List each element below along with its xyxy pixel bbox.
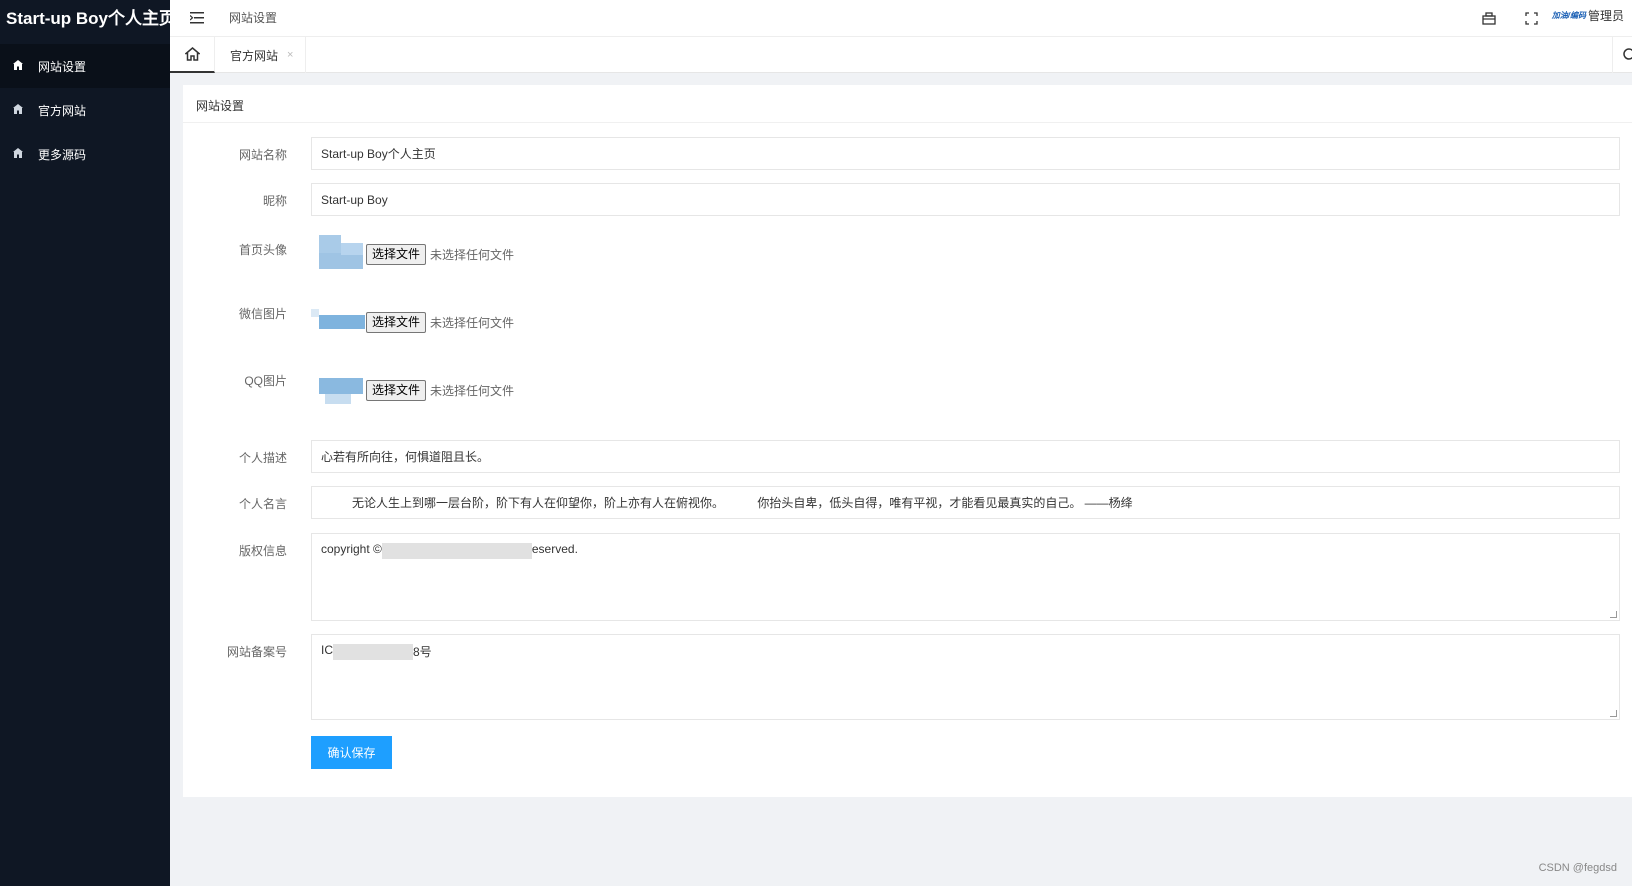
theme-icon[interactable]	[1478, 7, 1500, 29]
qq-label: QQ图片	[244, 374, 287, 388]
admin-menu[interactable]: 加油/编码 管理员	[1552, 7, 1624, 24]
site-name-input[interactable]: Start-up Boy个人主页	[311, 137, 1620, 170]
sidebar-item-official-site[interactable]: 官方网站	[0, 88, 170, 132]
app-logo: Start-up Boy个人主页	[6, 9, 176, 28]
card-title: 网站设置	[183, 85, 1632, 123]
icp-label: 网站备案号	[226, 645, 287, 659]
close-icon[interactable]: ×	[287, 49, 293, 61]
resize-handle[interactable]	[1610, 710, 1617, 717]
motto-input[interactable]: 无论人生上到哪一层台阶，阶下有人在仰望你，阶上亦有人在俯视你。 你抬头自卑，低头…	[311, 486, 1620, 519]
sidebar-item-label: 网站设置	[38, 59, 87, 74]
home-tab[interactable]	[170, 37, 215, 73]
sidebar-item-site-settings[interactable]: 网站设置	[0, 44, 170, 88]
sidebar-item-more-source[interactable]: 更多源码	[0, 132, 170, 176]
admin-avatar: 加油/编码	[1551, 11, 1586, 20]
resize-handle[interactable]	[1610, 611, 1617, 618]
copyright-textarea[interactable]: copyright © eserved.	[311, 533, 1620, 621]
icp-textarea[interactable]: IC 8号	[311, 634, 1620, 720]
tabs-bar: 官方网站 ×	[170, 37, 1632, 73]
qq-preview	[311, 372, 363, 408]
site-name-label: 网站名称	[238, 148, 287, 162]
save-button[interactable]: 确认保存	[311, 736, 392, 769]
nickname-input[interactable]: Start-up Boy	[311, 183, 1620, 216]
admin-label: 管理员	[1587, 9, 1624, 23]
sidebar: Start-up Boy个人主页 网站设置 官方网站 更多源码	[0, 0, 176, 886]
tab-official-site[interactable]: 官方网站 ×	[215, 37, 307, 73]
description-label: 个人描述	[238, 451, 287, 465]
icp-suffix: 8号	[413, 645, 432, 659]
motto-label: 个人名言	[238, 497, 287, 511]
copyright-suffix: eserved.	[531, 542, 578, 556]
qq-file-button[interactable]: 选择文件	[366, 379, 427, 401]
icp-prefix: IC	[321, 643, 333, 657]
sidebar-item-label: 官方网站	[38, 103, 87, 118]
sidebar-item-label: 更多源码	[38, 147, 87, 162]
fullscreen-icon[interactable]	[1520, 7, 1542, 29]
avatar-preview	[311, 235, 363, 273]
avatar-file-button[interactable]: 选择文件	[366, 243, 427, 265]
home-icon	[12, 147, 26, 161]
avatar-label: 首页头像	[238, 243, 287, 257]
top-header: 网站设置 加油/编码 管理员	[170, 0, 1632, 37]
nickname-label: 昵称	[262, 194, 287, 208]
wechat-file-button[interactable]: 选择文件	[366, 311, 427, 333]
home-icon	[12, 103, 26, 117]
copyright-prefix: copyright ©	[321, 542, 382, 556]
wechat-file-status: 未选择任何文件	[430, 315, 515, 330]
wechat-label: 微信图片	[238, 307, 287, 321]
home-icon	[12, 59, 26, 73]
redacted-text	[333, 644, 413, 660]
wechat-preview	[311, 305, 365, 339]
menu-toggle-icon[interactable]	[188, 8, 208, 28]
watermark: CSDN @fegdsd	[1538, 862, 1617, 874]
search-icon	[1623, 48, 1632, 60]
tab-label: 官方网站	[230, 48, 279, 63]
settings-card: 网站设置 网站名称 Start-up Boy个人主页 昵称 Start-up B…	[183, 85, 1632, 797]
breadcrumb: 网站设置	[229, 11, 278, 25]
avatar-file-status: 未选择任何文件	[430, 247, 515, 262]
redacted-text	[381, 543, 532, 559]
tab-search-button[interactable]	[1612, 37, 1632, 73]
qq-file-status: 未选择任何文件	[430, 383, 515, 398]
copyright-label: 版权信息	[238, 544, 287, 558]
description-input[interactable]: 心若有所向往，何惧道阻且长。	[311, 440, 1620, 473]
home-icon	[184, 47, 200, 61]
